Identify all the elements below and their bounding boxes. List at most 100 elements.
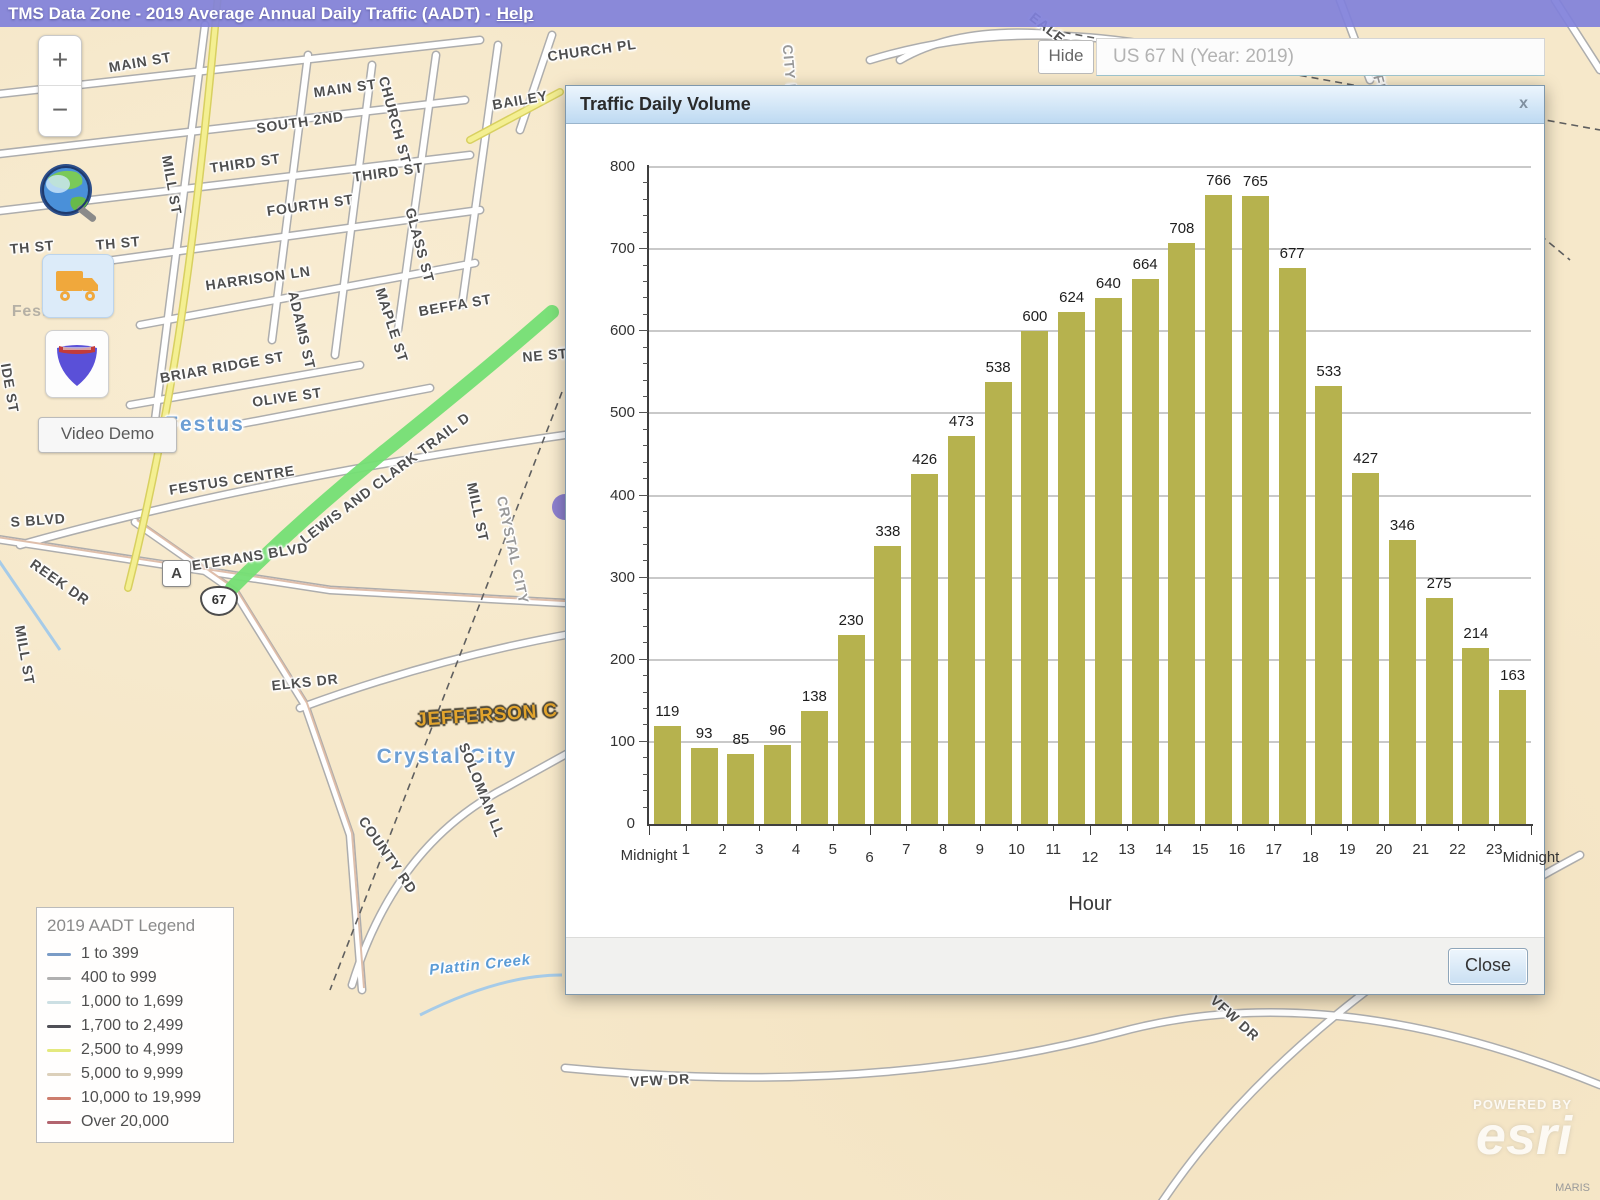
y-axis-tick — [643, 626, 648, 627]
bar-hour-11 — [1058, 312, 1085, 824]
app-title: TMS Data Zone - 2019 Average Annual Dail… — [8, 4, 491, 24]
x-axis-tick — [1200, 826, 1201, 831]
y-axis-tick — [643, 544, 648, 545]
selected-route-highlight[interactable] — [232, 312, 552, 588]
y-axis-tick — [643, 642, 648, 643]
legend-item: 10,000 to 19,999 — [45, 1086, 225, 1110]
y-axis-tick — [643, 478, 648, 479]
interstate-lookup-button[interactable] — [45, 330, 109, 398]
bar-value-label: 96 — [769, 722, 786, 739]
dialog-title-bar[interactable]: Traffic Daily Volume x — [566, 86, 1544, 124]
hide-button[interactable]: Hide — [1038, 40, 1094, 74]
y-axis-tick — [639, 495, 648, 496]
x-axis-tick-label: 17 — [1265, 841, 1282, 858]
x-axis-tick-label: 22 — [1449, 841, 1466, 858]
bar-value-label: 119 — [655, 703, 679, 720]
help-link[interactable]: Help — [497, 4, 534, 24]
chart-area: Hour 01002003004005006007008001199385961… — [566, 124, 1544, 937]
x-axis-tick-label: 23 — [1486, 841, 1503, 858]
route-search-input[interactable] — [1096, 38, 1545, 76]
x-axis-tick-label: 21 — [1412, 841, 1429, 858]
x-axis-tick — [1017, 826, 1018, 831]
bar-hour-21 — [1426, 598, 1453, 824]
y-axis-tick — [639, 248, 648, 249]
x-axis-tick — [759, 826, 760, 831]
close-button[interactable]: Close — [1448, 948, 1528, 985]
x-axis-tick — [1384, 826, 1385, 831]
y-axis-tick — [639, 330, 648, 331]
dialog-close-icon[interactable]: x — [1519, 94, 1528, 114]
bar-hour-16 — [1242, 196, 1269, 824]
gridline — [649, 412, 1531, 414]
bar-value-label: 766 — [1206, 172, 1231, 189]
y-axis-tick — [643, 790, 648, 791]
x-axis-tick — [1164, 826, 1165, 831]
bar-hour-4 — [801, 711, 828, 824]
y-axis-tick — [643, 807, 648, 808]
app-title-bar: TMS Data Zone - 2019 Average Annual Dail… — [0, 0, 1600, 27]
bar-hour-12 — [1095, 298, 1122, 824]
truck-routes-button[interactable] — [42, 254, 114, 318]
bar-value-label: 538 — [986, 359, 1011, 376]
y-axis-tick — [643, 609, 648, 610]
traffic-daily-volume-dialog: Traffic Daily Volume x Hour 010020030040… — [565, 85, 1545, 995]
bar-hour-5 — [838, 635, 865, 824]
legend-title: 2019 AADT Legend — [47, 916, 225, 936]
legend-swatch — [47, 1073, 71, 1076]
video-demo-button[interactable]: Video Demo — [38, 417, 177, 453]
legend-swatch — [47, 953, 71, 956]
bar-hour-20 — [1389, 540, 1416, 824]
aadt-legend-panel: 2019 AADT Legend 1 to 399400 to 9991,000… — [36, 907, 234, 1143]
y-axis-tick-label: 400 — [577, 487, 635, 504]
bar-hour-8 — [948, 436, 975, 824]
bar-value-label: 230 — [839, 612, 864, 629]
zoom-out-button[interactable]: − — [39, 86, 81, 136]
bar-hour-14 — [1168, 243, 1195, 824]
bar-value-label: 427 — [1353, 450, 1378, 467]
legend-item: 400 to 999 — [45, 966, 225, 990]
bar-value-label: 624 — [1059, 289, 1084, 306]
bar-value-label: 677 — [1280, 245, 1305, 262]
x-axis-tick-label: 6 — [865, 849, 873, 866]
y-axis-tick — [643, 199, 648, 200]
x-axis-tick — [686, 826, 687, 831]
globe-search-tool-button[interactable] — [32, 158, 108, 234]
bar-value-label: 533 — [1316, 363, 1341, 380]
x-axis-tick-label: 11 — [1045, 841, 1061, 858]
dialog-footer: Close — [566, 937, 1544, 994]
bar-value-label: 138 — [802, 688, 827, 705]
bar-hour-6 — [874, 546, 901, 824]
legend-label: Over 20,000 — [81, 1113, 169, 1131]
legend-item: 5,000 to 9,999 — [45, 1062, 225, 1086]
route-endpoint-a-marker[interactable]: A — [162, 560, 191, 587]
y-axis-tick — [639, 741, 648, 742]
legend-label: 1,700 to 2,499 — [81, 1017, 183, 1035]
y-axis-tick — [643, 314, 648, 315]
x-axis-tick — [943, 826, 944, 831]
x-axis-tick-label: 13 — [1118, 841, 1135, 858]
x-axis-tick — [980, 826, 981, 831]
x-axis-tick — [833, 826, 834, 831]
y-axis-tick — [643, 462, 648, 463]
globe-magnifier-icon — [32, 158, 108, 234]
bar-value-label: 765 — [1243, 173, 1268, 190]
legend-label: 2,500 to 4,999 — [81, 1041, 183, 1059]
zoom-in-button[interactable]: + — [39, 36, 81, 86]
x-axis-tick — [1531, 826, 1532, 835]
x-axis-tick — [870, 826, 871, 835]
legend-label: 1,000 to 1,699 — [81, 993, 183, 1011]
y-axis-tick — [639, 577, 648, 578]
legend-item: Over 20,000 — [45, 1110, 225, 1134]
gridline — [649, 166, 1531, 168]
x-axis-tick-label: 15 — [1192, 841, 1209, 858]
bar-hour-7 — [911, 474, 938, 824]
x-axis-tick — [1053, 826, 1054, 831]
x-axis-tick — [1347, 826, 1348, 831]
y-axis-tick — [643, 380, 648, 381]
gridline — [649, 330, 1531, 332]
legend-label: 10,000 to 19,999 — [81, 1089, 201, 1107]
y-axis-tick — [643, 182, 648, 183]
esri-logo: esri — [1473, 1112, 1572, 1160]
x-axis-title: Hour — [649, 893, 1531, 916]
bar-value-label: 664 — [1133, 256, 1158, 273]
